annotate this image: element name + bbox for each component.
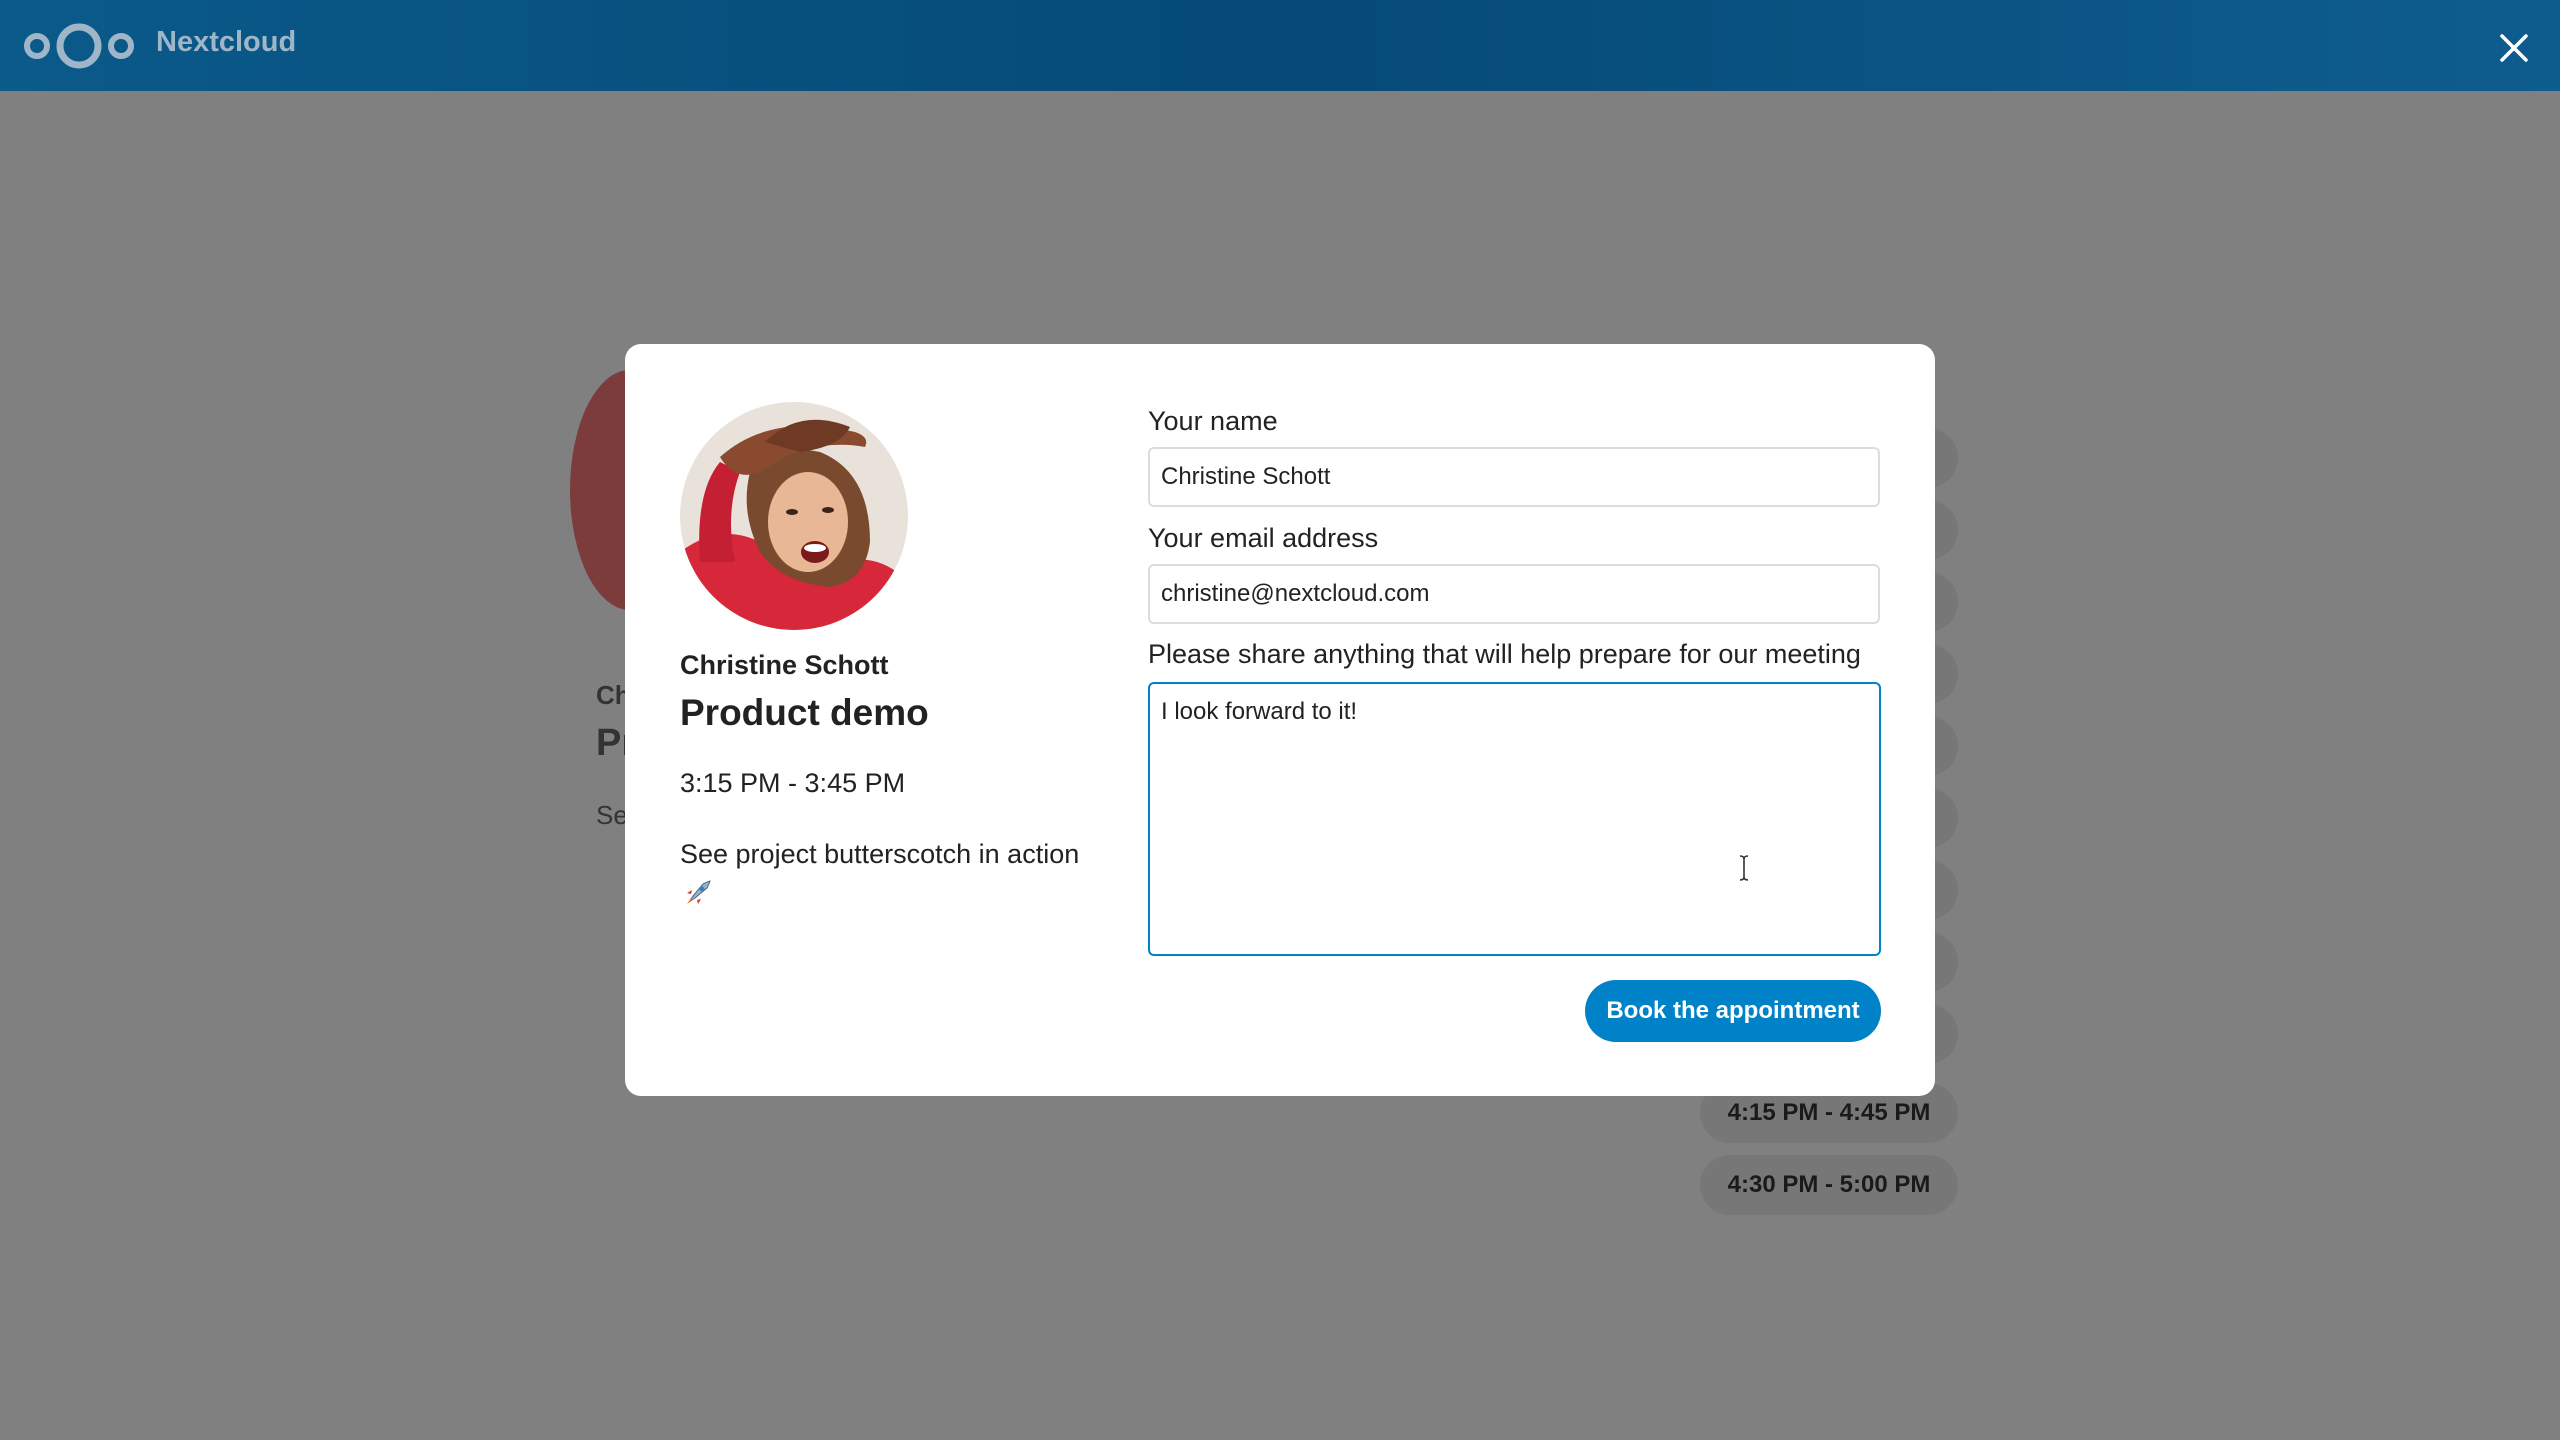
email-field[interactable] (1148, 564, 1880, 624)
nextcloud-logo-icon[interactable] (22, 20, 136, 72)
time-slot-430[interactable]: 4:30 PM - 5:00 PM (1700, 1155, 1958, 1215)
notes-textarea[interactable]: I look forward to it! (1148, 682, 1881, 956)
name-field[interactable] (1148, 447, 1880, 507)
appointment-description: See project butterscotch in action (680, 839, 1080, 869)
book-appointment-button[interactable]: Book the appointment (1585, 980, 1881, 1042)
booking-modal: Christine Schott Product demo 3:15 PM - … (625, 344, 1935, 1096)
background-description: Se (596, 800, 628, 830)
notes-label: Please share anything that will help pre… (1148, 639, 1861, 669)
text-cursor-icon (1739, 855, 1749, 881)
appointment-title: Product demo (680, 692, 929, 733)
brand-name: Nextcloud (156, 26, 297, 58)
name-label: Your name (1148, 406, 1278, 436)
rocket-icon (687, 880, 711, 904)
top-header: Nextcloud (0, 0, 2560, 91)
email-label: Your email address (1148, 523, 1379, 553)
organizer-name: Christine Schott (680, 650, 889, 680)
appointment-time: 3:15 PM - 3:45 PM (680, 768, 906, 798)
organizer-avatar (680, 402, 908, 630)
close-icon[interactable] (2496, 30, 2532, 66)
